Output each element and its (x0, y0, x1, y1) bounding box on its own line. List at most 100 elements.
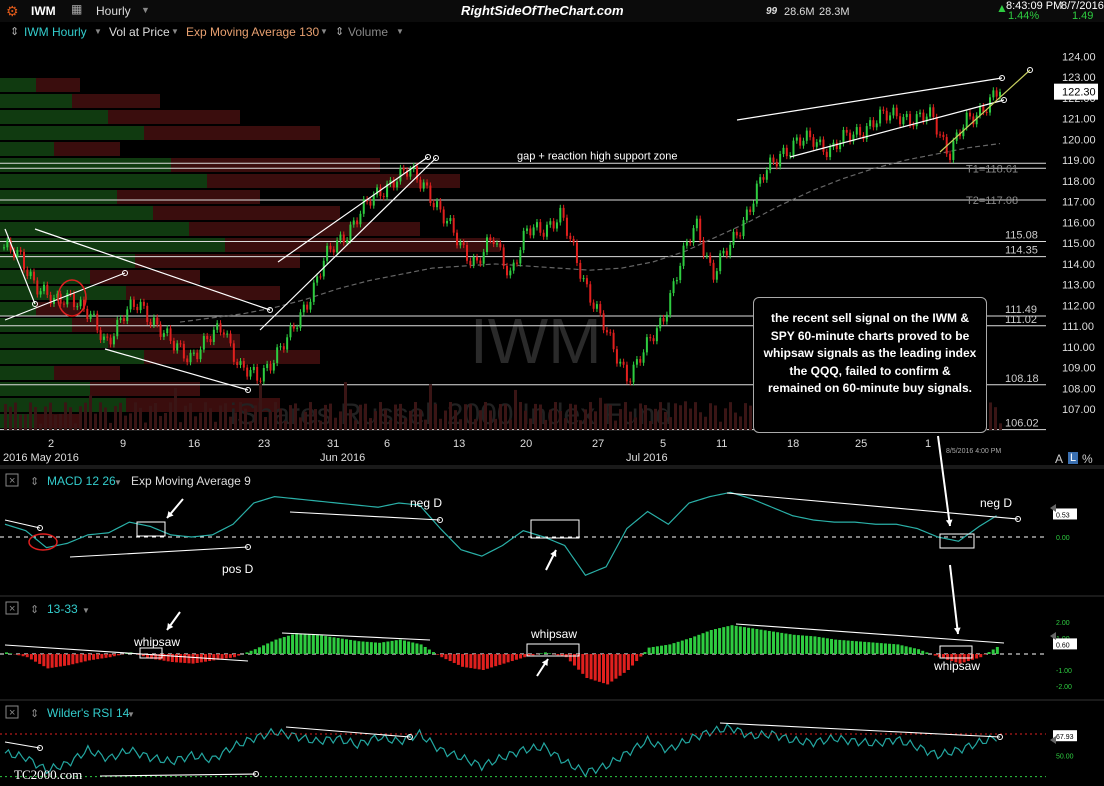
histogram-bar (220, 654, 224, 660)
candle-body (879, 109, 882, 124)
histogram-bar (788, 634, 792, 654)
histogram-bar (461, 654, 465, 667)
histogram-bar (266, 643, 270, 654)
histogram-bar (904, 646, 908, 654)
candle-body (399, 167, 402, 182)
volume-bar (189, 403, 192, 430)
histogram-bar (834, 639, 838, 654)
candle-body (835, 142, 838, 150)
histogram-bar (987, 652, 991, 654)
candle-body (765, 170, 768, 180)
histogram-bar (548, 653, 552, 654)
histogram-bar (759, 629, 763, 654)
candle-body (849, 132, 852, 142)
x-tick-label: 1 (925, 438, 931, 450)
histogram-bar (854, 641, 858, 654)
candle-body (875, 123, 878, 128)
vap-bar-down (108, 110, 240, 124)
candle-body (22, 251, 25, 270)
candle-body (795, 137, 798, 141)
histogram-bar (647, 647, 651, 654)
candle-body (905, 114, 908, 118)
volume-bar (219, 405, 222, 430)
level-label: gap + reaction high support zone (517, 150, 678, 162)
side-button-l[interactable]: L (1068, 452, 1079, 464)
candle-body (529, 228, 532, 236)
candle-body (799, 137, 802, 146)
volume-bar (544, 419, 547, 430)
histogram-bar (983, 654, 987, 655)
vap-bar-up (0, 174, 207, 188)
volume-bar (54, 414, 57, 430)
chevron-down-icon: ▼ (127, 710, 135, 719)
volume-bar (689, 408, 692, 430)
y-tick-label: 2.00 (1056, 620, 1070, 627)
histogram-bar (771, 631, 775, 654)
volume-bar (229, 416, 232, 430)
histogram-bar (295, 633, 299, 654)
candle-body (109, 337, 112, 345)
candle-body (489, 237, 492, 241)
volume-bar (694, 402, 697, 430)
histogram-bar (432, 652, 436, 654)
histogram-bar (456, 654, 460, 665)
candle-body (112, 336, 115, 345)
candle-body (675, 280, 678, 282)
candle-body (659, 318, 662, 329)
histogram-bar (701, 633, 705, 654)
candle-body (396, 181, 399, 188)
level-label: T2=117.08 (966, 195, 1018, 207)
histogram-bar (755, 629, 759, 654)
side-button-a[interactable]: A (1055, 452, 1063, 466)
candle-body (462, 242, 465, 245)
candle-body (585, 278, 588, 285)
candle-body (309, 301, 312, 310)
vap-bar-up (0, 318, 72, 332)
histogram-bar (212, 654, 216, 661)
histogram-bar (224, 654, 228, 659)
candle-body (909, 114, 912, 125)
histogram-bar (452, 654, 456, 663)
volume-bar (374, 411, 377, 430)
volume-bar (39, 423, 42, 430)
volume-bar (679, 405, 682, 430)
candle-body (466, 244, 469, 261)
histogram-bar (734, 625, 738, 654)
histogram-bar (635, 654, 639, 662)
candle-body (602, 313, 605, 331)
candle-body (296, 327, 299, 329)
candle-body (932, 107, 935, 117)
y-tick-label: 107.00 (1062, 404, 1096, 416)
histogram-bar (373, 642, 377, 654)
candle-body (919, 112, 922, 115)
volume-bar (204, 402, 207, 430)
volume-bar (579, 420, 582, 430)
volume-bar (319, 420, 322, 430)
candle-body (622, 361, 625, 365)
volume-bar (644, 405, 647, 430)
histogram-bar (531, 654, 535, 656)
candle-body (459, 242, 462, 246)
candle-body (99, 330, 102, 340)
candle-body (269, 363, 272, 371)
volume-bar (114, 406, 117, 430)
candle-body (752, 203, 755, 213)
volume-bar (674, 403, 677, 430)
candle-body (635, 359, 638, 365)
volume-bar (339, 411, 342, 430)
volume-bar (334, 417, 337, 430)
candle-body (89, 313, 92, 319)
candle-body (92, 313, 95, 315)
volume-bar (284, 421, 287, 430)
vap-bar-up (0, 382, 90, 396)
candle-body (276, 347, 279, 363)
side-button-pct[interactable]: % (1082, 452, 1093, 466)
volume-bar (9, 406, 12, 430)
histogram-bar (42, 654, 46, 667)
vap-bar-up (0, 206, 153, 220)
volume-bar (84, 402, 87, 430)
volume-bar (269, 412, 272, 430)
candle-body (249, 370, 252, 377)
candle-body (615, 349, 618, 364)
macd-label: pos D (222, 562, 254, 576)
